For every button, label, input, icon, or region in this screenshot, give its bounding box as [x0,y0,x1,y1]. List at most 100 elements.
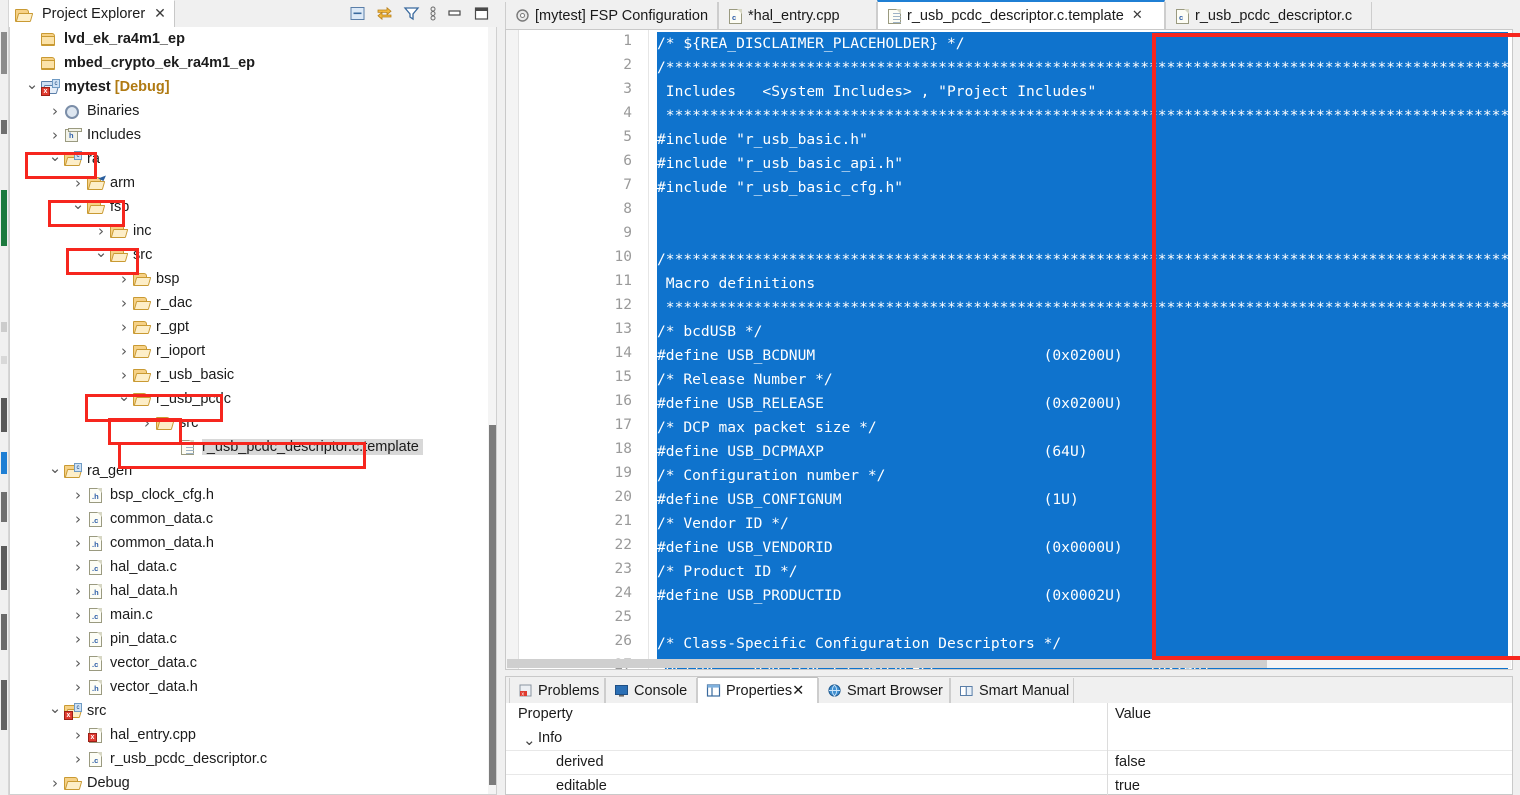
tree-item-hal-data-h[interactable]: › .h hal_data.h [70,579,182,603]
property-row[interactable]: derived false [506,751,1512,775]
property-row[interactable]: ⌄ Info [506,727,1512,751]
tree-item-inc[interactable]: › inc [93,219,156,243]
editor-tab-r-usb-pcdc-descriptor-c-template[interactable]: r_usb_pcdc_descriptor.c.template ✕ [877,0,1165,29]
editor-tab-r-usb-pcdc-descriptor-c[interactable]: c r_usb_pcdc_descriptor.c [1165,2,1372,29]
chevron-right-icon[interactable]: › [70,486,86,504]
tree-item-mytest[interactable]: ⌄ c x mytest [Debug] [24,75,174,99]
chevron-down-icon[interactable]: ⌄ [116,389,132,406]
chevron-down-icon[interactable]: ⌄ [47,701,63,718]
chevron-right-icon[interactable]: › [70,510,86,528]
bottom-tab-properties[interactable]: Properties ✕ [697,677,818,703]
chevron-right-icon[interactable]: › [70,606,86,624]
tree-item-src[interactable]: › src [139,411,202,435]
project-explorer-pane: Project Explorer ✕ lvd_ek_ra4m1_ep mbed_… [0,0,497,795]
tree-item-r-gpt[interactable]: › r_gpt [116,315,193,339]
tree-item-label: r_gpt [156,319,190,335]
tree-item-r-usb-pcdc[interactable]: ⌄ r_usb_pcdc [116,387,235,411]
project-tree[interactable]: lvd_ek_ra4m1_ep mbed_crypto_ek_ra4m1_ep ⌄ c… [9,27,497,795]
chevron-right-icon[interactable]: › [70,750,86,768]
chevron-right-icon[interactable]: › [70,582,86,600]
properties-column-divider[interactable] [1107,703,1108,795]
tree-item-mbed-crypto-ek-ra4m1-ep[interactable]: mbed_crypto_ek_ra4m1_ep [24,51,259,75]
source-editor[interactable]: 1 2 3 4 5 6 7 8 9 10 11 12 13 14 15 16 17 18 19 20 21 22 23 24 2… [505,29,1513,793]
tree-item-vector-data-h[interactable]: › .h vector_data.h [70,675,202,699]
tree-item-ra-gen[interactable]: ⌄ c ra_gen [47,459,136,483]
chevron-right-icon[interactable]: › [116,318,132,336]
tree-item-hal-data-c[interactable]: › .c hal_data.c [70,555,181,579]
editor-tab-mytest-fsp-configuration[interactable]: [mytest] FSP Configuration [505,2,718,29]
chevron-right-icon[interactable]: › [70,726,86,744]
tree-item-bsp-clock-cfg-h[interactable]: › .h bsp_clock_cfg.h [70,483,218,507]
editor-area: [mytest] FSP Configuration c *hal_entry.cp… [497,0,1520,795]
chevron-right-icon[interactable]: › [70,630,86,648]
close-icon[interactable]: ✕ [154,7,166,21]
tree-item-hal-entry-cpp[interactable]: ›cxhal_entry.cpp [70,723,200,747]
tree-item-src[interactable]: ⌄ src [93,243,156,267]
close-icon[interactable]: ✕ [1132,8,1143,23]
chevron-right-icon[interactable]: › [47,774,63,792]
chevron-right-icon[interactable]: › [116,294,132,312]
tree-item-r-dac[interactable]: › r_dac [116,291,196,315]
chevron-right-icon[interactable]: › [116,342,132,360]
chevron-right-icon[interactable]: › [116,270,132,288]
tree-item-src[interactable]: ⌄ c x src [47,699,110,723]
tree-item-common-data-c[interactable]: › .c common_data.c [70,507,217,531]
line-number: 13 [614,321,632,337]
tree-item-bsp[interactable]: › bsp [116,267,183,291]
bottom-tab-label: Smart Browser [847,682,943,699]
editor-tab-hal-entry-cpp[interactable]: c *hal_entry.cpp [718,2,877,29]
bottom-tab-smart-manual[interactable]: Smart Manual [950,678,1074,703]
bottom-tab-smart-browser[interactable]: Smart Browser [818,678,950,703]
chevron-right-icon[interactable]: › [70,558,86,576]
tree-item-lvd-ek-ra4m1-ep[interactable]: lvd_ek_ra4m1_ep [24,27,189,51]
project-explorer-icon [15,6,34,22]
tree-item-r-usb-pcdc-descriptor-c[interactable]: › .c r_usb_pcdc_descriptor.c [70,747,271,771]
tree-item-fsp[interactable]: ⌄ fsp [70,195,133,219]
chevron-right-icon[interactable]: › [70,654,86,672]
tree-item-pin-data-c[interactable]: › .c pin_data.c [70,627,181,651]
bottom-tab-console[interactable]: Console [605,678,697,703]
property-row[interactable]: editable true [506,775,1512,795]
filter-icon[interactable] [403,5,420,22]
chevron-right-icon[interactable]: › [116,366,132,384]
line-number: 21 [614,513,632,529]
code-viewport[interactable]: /* ${REA_DISCLAIMER_PLACEHOLDER} */ /***… [649,30,1512,669]
chevron-right-icon[interactable]: › [93,222,109,240]
link-with-editor-icon[interactable] [376,5,393,22]
tree-item-common-data-h[interactable]: › .h common_data.h [70,531,218,555]
tree-item-r-usb-basic[interactable]: › r_usb_basic [116,363,238,387]
chevron-down-icon[interactable]: ⌄ [70,197,86,214]
tree-item-r-usb-pcdc-descriptor-c-template[interactable]: r_usb_pcdc_descriptor.c.template [162,435,423,459]
tree-scrollbar-thumb[interactable] [489,425,496,785]
project-explorer-tab[interactable]: Project Explorer ✕ [9,0,175,27]
tree-item-arm[interactable]: › arm [70,171,139,195]
close-icon[interactable]: ✕ [792,683,804,699]
chevron-right-icon[interactable]: › [139,414,155,432]
chevron-down-icon[interactable]: ⌄ [93,245,109,262]
chevron-down-icon[interactable]: ⌄ [523,731,536,749]
tree-item-r-ioport[interactable]: › r_ioport [116,339,209,363]
maximize-icon[interactable] [473,5,490,22]
tree-item-vector-data-c[interactable]: › .c vector_data.c [70,651,201,675]
properties-table[interactable]: Property Value ⌄ Info derived false editable… [506,703,1512,795]
chevron-down-icon[interactable]: ⌄ [47,461,63,478]
chevron-right-icon[interactable]: › [47,126,63,144]
chevron-right-icon[interactable]: › [47,102,63,120]
view-menu-icon[interactable] [430,5,436,22]
chevron-down-icon[interactable]: ⌄ [47,149,63,166]
tree-item-ra[interactable]: ⌄ c ra [47,147,104,171]
tree-item-binaries[interactable]: › Binaries [47,99,143,123]
tree-item-debug[interactable]: › Debug [47,771,134,794]
minimize-icon[interactable] [446,5,463,22]
chevron-right-icon[interactable]: › [70,174,86,192]
chevron-right-icon[interactable]: › [70,534,86,552]
tree-item-includes[interactable]: › h Includes [47,123,145,147]
code-text[interactable]: /* ${REA_DISCLAIMER_PLACEHOLDER} */ /***… [657,32,1512,669]
collapse-all-icon[interactable] [349,5,366,22]
editor-horizontal-scrollbar[interactable] [507,659,1511,668]
bottom-tab-problems[interactable]: x Problems [509,678,605,703]
tree-item-main-c[interactable]: › .c main.c [70,603,157,627]
chevron-down-icon[interactable]: ⌄ [24,77,40,94]
chevron-right-icon[interactable]: › [70,678,86,696]
editor-marker-ruler[interactable] [506,30,519,669]
